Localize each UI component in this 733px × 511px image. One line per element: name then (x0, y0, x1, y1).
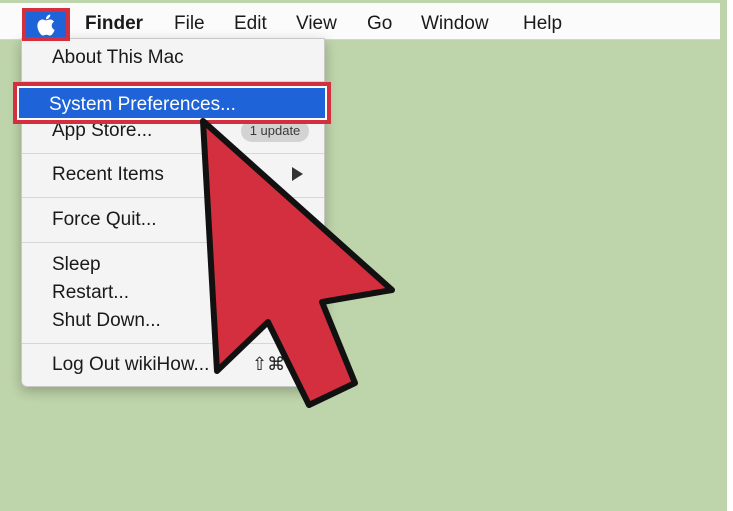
red-pointer-arrow-icon (200, 118, 395, 408)
right-edge-strip (727, 0, 733, 511)
desktop-background: Finder File Edit View Go Window Help Abo… (0, 0, 727, 511)
